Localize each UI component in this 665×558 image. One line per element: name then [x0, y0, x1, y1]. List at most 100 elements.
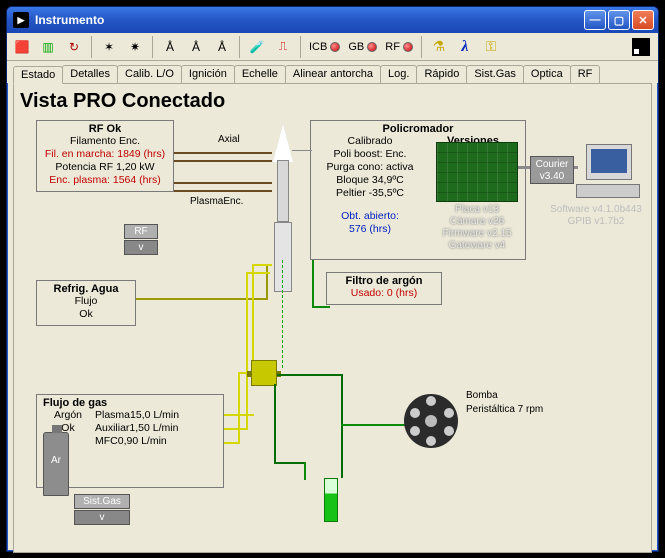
tab-detalles[interactable]: Detalles: [62, 65, 118, 83]
rf-line4: Enc. plasma: 1564 (hrs): [41, 174, 169, 187]
valve-graphic: [251, 360, 277, 386]
poly-l2: Poli boost: Enc.: [315, 148, 425, 161]
pipe-sample: [274, 462, 304, 464]
rf-panel: RF Ok Filamento Enc. Fil. en marcha: 184…: [36, 120, 174, 192]
sistgas-button[interactable]: Sist.Gas: [74, 494, 130, 509]
pipe-gas: [246, 272, 248, 430]
argon-l1: Usado: 0 (hrs): [331, 287, 437, 300]
toolbar-key-icon[interactable]: ⚿: [480, 36, 502, 58]
poly-l3: Purga cono: activa: [315, 161, 425, 174]
tab-echelle[interactable]: Echelle: [234, 65, 286, 83]
titlebar: ▶ Instrumento — ▢ ✕: [7, 7, 658, 33]
app-icon: ▶: [13, 12, 29, 28]
toolbar-torch3-icon[interactable]: Å: [211, 36, 233, 58]
tab-rapido[interactable]: Rápido: [416, 65, 467, 83]
gas-cylinder-icon: Ar: [43, 432, 69, 496]
tab-calib[interactable]: Calib. L/O: [117, 65, 182, 83]
toolbar: 🟥 ▥ ↻ ✶ ✷ Å Å Å 🧪 ⎍ ICB GB RF ⚗ λ ⚿: [7, 33, 658, 61]
poly-title: Policromador: [315, 123, 521, 135]
rf-line-graphic: [174, 182, 272, 184]
toolbar-refresh-icon[interactable]: ↻: [63, 36, 85, 58]
pipe-argon: [312, 306, 330, 308]
courier-box: Courierv3.40: [530, 156, 574, 184]
toolbar-lambda-icon[interactable]: λ: [454, 36, 476, 58]
tab-optica[interactable]: Optica: [523, 65, 571, 83]
argon-filter-panel: Filtro de argón Usado: 0 (hrs): [326, 272, 442, 305]
toolbar-spark-icon[interactable]: ✶: [98, 36, 120, 58]
pipe-gas: [252, 264, 254, 360]
diagram-canvas: Vista PRO Conectado RF Ok Filamento Enc.…: [13, 83, 652, 553]
toolbar-status-icon: [632, 38, 650, 56]
icb-dot-icon: [330, 42, 340, 52]
window-minimize-button[interactable]: —: [584, 10, 606, 30]
pump-l1: Bomba: [466, 390, 498, 401]
tab-estado[interactable]: Estado: [13, 66, 63, 84]
rf-dot-icon: [403, 42, 413, 52]
tab-rf[interactable]: RF: [570, 65, 601, 83]
argon-title: Filtro de argón: [331, 275, 437, 287]
sistgas-dropdown[interactable]: v: [74, 510, 130, 525]
label-axial: Axial: [218, 134, 240, 145]
pump-graphic: [404, 394, 458, 448]
pipe-sample: [341, 424, 405, 426]
rf-line-graphic: [174, 190, 272, 192]
toolbar-rf-indicator: RF: [383, 41, 415, 53]
pc-versions: Software v4.1.0b443GPIB v1.7b2: [538, 204, 654, 228]
pc-graphic: [576, 144, 646, 200]
pipe-water: [266, 264, 268, 300]
pipe-argon: [312, 260, 314, 308]
refrig-title: Refrig. Agua: [41, 283, 131, 295]
poly-obt2: 576 (hrs): [315, 223, 425, 236]
pipe-sample: [341, 374, 343, 478]
gas-argon: Argón: [41, 409, 95, 422]
pcb-versions: Placa v13 Cámara v26 Firmware v2.15 Gate…: [436, 204, 518, 252]
toolbar-page-icon[interactable]: ▥: [37, 36, 59, 58]
poly-l4: Bloque 34,9ºC: [315, 174, 425, 187]
rf-dropdown[interactable]: v: [124, 240, 158, 255]
torch-graphic: [272, 124, 294, 302]
toolbar-flask-icon[interactable]: ⚗: [428, 36, 450, 58]
pipe-gas: [238, 372, 240, 444]
pipe-gas: [252, 264, 272, 266]
toolbar-icb-indicator: ICB: [307, 41, 342, 53]
gas-aux: Auxiliar1,50 L/min: [95, 422, 219, 435]
pipe-sample: [304, 462, 306, 480]
gas-mfc: MFC0,90 L/min: [95, 435, 219, 448]
pipe-sample: [274, 384, 276, 464]
pipe-sample: [277, 374, 343, 376]
page-title: Vista PRO Conectado: [20, 90, 225, 113]
rf-title: RF Ok: [41, 123, 169, 135]
toolbar-bottle-icon[interactable]: 🧪: [246, 36, 268, 58]
rf-line3: Potencia RF 1,20 kW: [41, 161, 169, 174]
poly-l5: Peltier -35,5ºC: [315, 187, 425, 200]
pcb-image: [436, 142, 518, 202]
rf-line1: Filamento Enc.: [41, 135, 169, 148]
label-plasma: PlasmaEnc.: [190, 196, 243, 207]
refrig-l1: Flujo: [41, 295, 131, 308]
rf-button[interactable]: RF: [124, 224, 158, 239]
toolbar-torch2-icon[interactable]: Å: [185, 36, 207, 58]
rf-line2: Fil. en marcha: 1849 (hrs): [41, 148, 169, 161]
pipe-gas: [246, 272, 270, 274]
refrig-panel: Refrig. Agua Flujo Ok: [36, 280, 136, 326]
window-close-button[interactable]: ✕: [632, 10, 654, 30]
axial-line: [292, 150, 312, 151]
toolbar-spark2-icon[interactable]: ✷: [124, 36, 146, 58]
toolbar-stop-icon[interactable]: 🟥: [11, 36, 33, 58]
tab-alinear[interactable]: Alinear antorcha: [285, 65, 381, 83]
toolbar-torch1-icon[interactable]: Å: [159, 36, 181, 58]
shutter-line: [282, 260, 283, 368]
refrig-l2: Ok: [41, 308, 131, 321]
tabs: Estado Detalles Calib. L/O Ignición Eche…: [7, 61, 658, 83]
tab-log[interactable]: Log.: [380, 65, 417, 83]
pipe-gas: [224, 428, 248, 430]
window-maximize-button[interactable]: ▢: [608, 10, 630, 30]
gb-dot-icon: [367, 42, 377, 52]
pump-l2: Peristáltica 7 rpm: [466, 404, 543, 415]
window-title: Instrumento: [35, 13, 104, 27]
tab-sistgas[interactable]: Sist.Gas: [466, 65, 524, 83]
rf-line-graphic: [174, 152, 272, 154]
tab-ignicion[interactable]: Ignición: [181, 65, 235, 83]
poly-obt1: Obt. abierto:: [315, 210, 425, 223]
toolbar-warn-icon[interactable]: ⎍: [272, 36, 294, 58]
